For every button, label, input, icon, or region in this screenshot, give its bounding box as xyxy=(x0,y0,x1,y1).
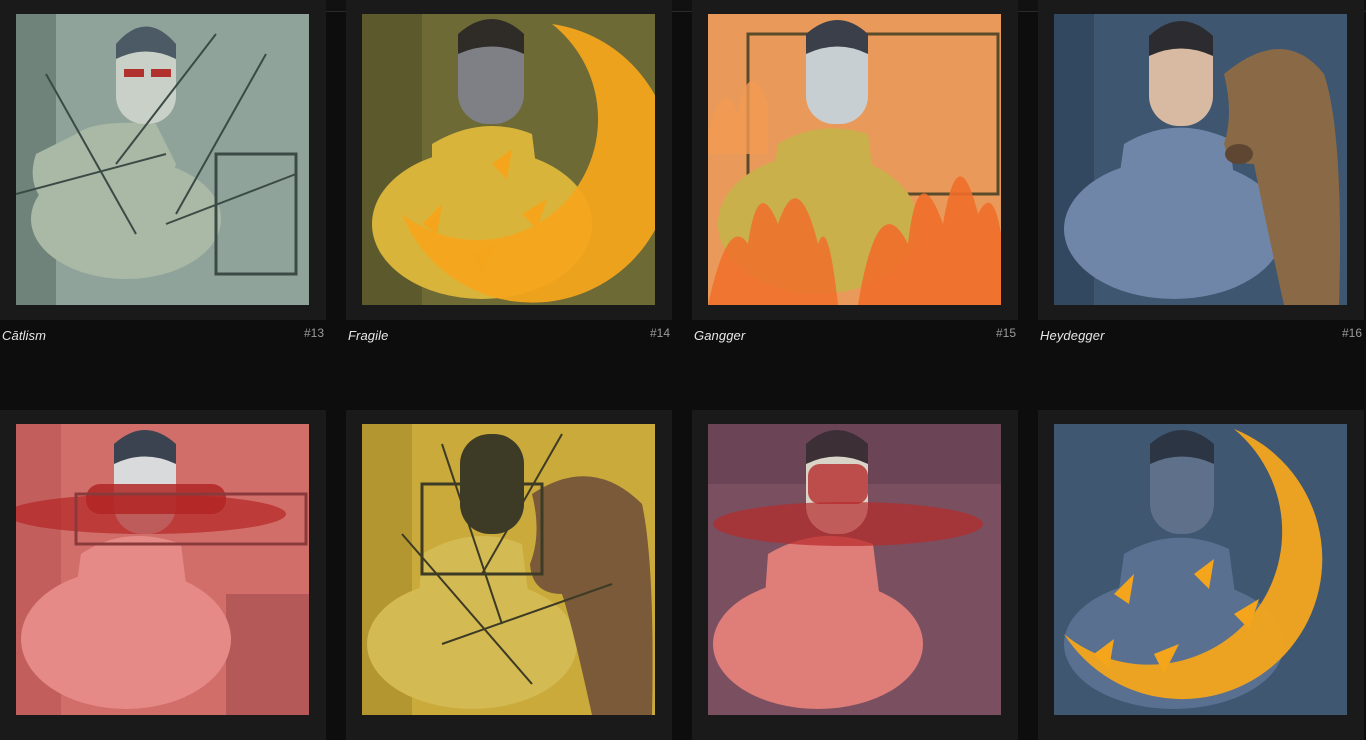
artwork-illustration xyxy=(362,424,655,715)
artwork-frame[interactable] xyxy=(346,410,672,740)
artwork-title[interactable]: Heydegger xyxy=(1040,328,1105,343)
artwork-frame[interactable] xyxy=(692,0,1018,320)
artwork-illustration xyxy=(708,14,1001,305)
artwork-illustration xyxy=(1054,14,1347,305)
artwork-frame[interactable] xyxy=(346,0,672,320)
artwork-illustration xyxy=(362,14,655,305)
artwork-image[interactable] xyxy=(362,14,655,305)
artwork-grid: Cātlism #13 Fragile #14 Gangger #15 Heyd… xyxy=(0,0,1366,740)
artwork-image[interactable] xyxy=(1054,424,1347,715)
artwork-image[interactable] xyxy=(16,424,309,715)
artwork-frame[interactable] xyxy=(0,0,326,320)
artwork-image[interactable] xyxy=(708,424,1001,715)
artwork-number: #14 xyxy=(649,326,670,340)
artwork-image[interactable] xyxy=(16,14,309,305)
artwork-illustration xyxy=(708,424,1001,715)
artwork-illustration xyxy=(16,424,309,715)
artwork-number: #13 xyxy=(303,326,324,340)
artwork-title[interactable]: Fragile xyxy=(348,328,388,343)
artwork-image[interactable] xyxy=(708,14,1001,305)
artwork-illustration xyxy=(16,14,309,305)
artwork-number: #15 xyxy=(995,326,1016,340)
artwork-image[interactable] xyxy=(362,424,655,715)
artwork-image[interactable] xyxy=(1054,14,1347,305)
artwork-frame[interactable] xyxy=(1038,0,1364,320)
artwork-title[interactable]: Cātlism xyxy=(2,328,46,343)
artwork-frame[interactable] xyxy=(0,410,326,740)
artwork-number: #16 xyxy=(1341,326,1362,340)
artwork-frame[interactable] xyxy=(692,410,1018,740)
artwork-title[interactable]: Gangger xyxy=(694,328,745,343)
artwork-frame[interactable] xyxy=(1038,410,1364,740)
artwork-illustration xyxy=(1054,424,1347,715)
